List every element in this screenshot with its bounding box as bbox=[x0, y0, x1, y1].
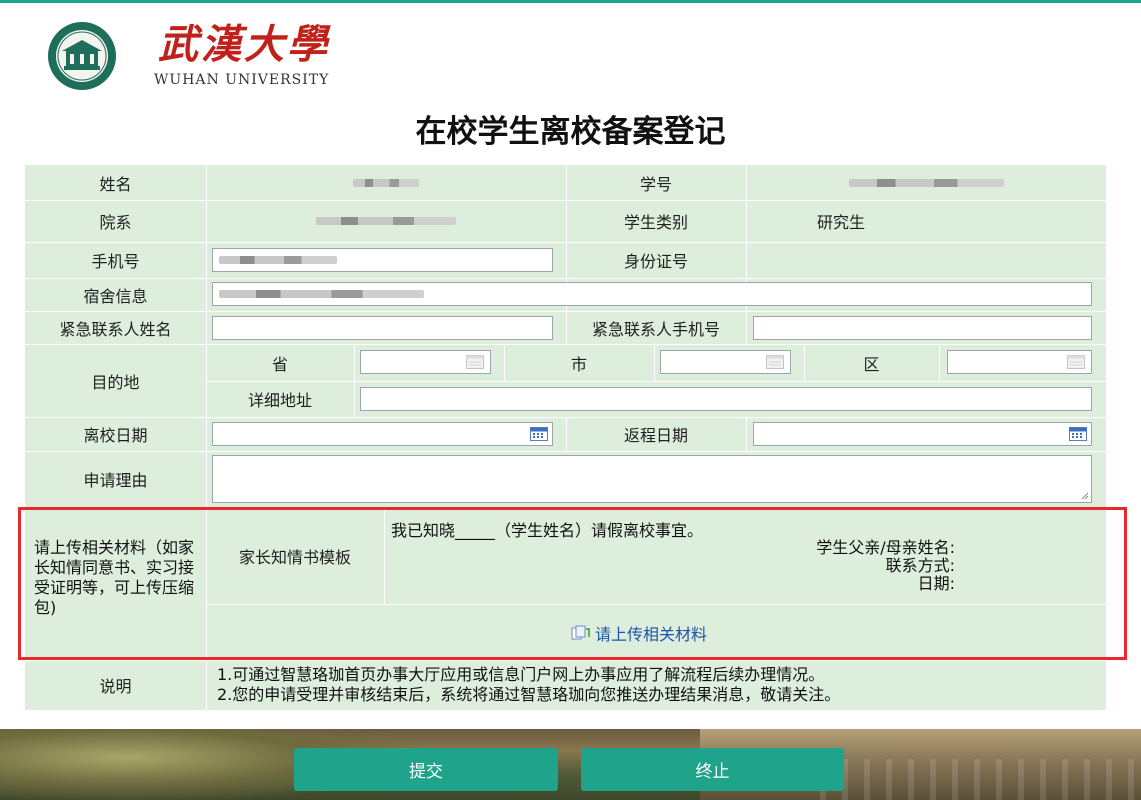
row-divider bbox=[206, 604, 1106, 605]
dept-label: 院系 bbox=[99, 213, 132, 232]
stop-button[interactable]: 终止 bbox=[581, 748, 844, 791]
emergency-name-input[interactable] bbox=[212, 316, 553, 340]
reason-textarea[interactable] bbox=[212, 455, 1092, 503]
emergency-name-label: 紧急联系人姓名 bbox=[59, 319, 172, 339]
col-divider bbox=[746, 417, 747, 451]
leave-date-input[interactable] bbox=[212, 422, 553, 446]
col-divider bbox=[206, 165, 207, 710]
address-label: 详细地址 bbox=[247, 391, 312, 410]
registration-form: 姓名 学号 院系 学生类别 研究生 手机号 身份证号 宿舍信息 紧急联系人姓名 … bbox=[25, 165, 1106, 710]
calendar-icon[interactable] bbox=[530, 427, 548, 441]
redacted-phone bbox=[219, 256, 337, 264]
resize-grip-icon[interactable] bbox=[1081, 492, 1089, 500]
col-divider bbox=[939, 344, 940, 381]
notes-label: 说明 bbox=[99, 677, 132, 696]
emergency-phone-input[interactable] bbox=[753, 316, 1092, 340]
upload-section-label: 请上传相关材料（如家长知情同意书、实习接受证明等，可上传压缩包) bbox=[34, 538, 195, 617]
logo-english-name: WUHAN UNIVERSITY bbox=[154, 72, 330, 88]
district-select[interactable] bbox=[947, 350, 1092, 374]
student-no-value bbox=[746, 165, 1106, 200]
dept-value bbox=[206, 200, 566, 242]
calendar-icon bbox=[1067, 355, 1085, 369]
name-label: 姓名 bbox=[99, 174, 132, 194]
id-value bbox=[746, 242, 1106, 278]
calendar-icon bbox=[766, 355, 784, 369]
signature-block: 学生父亲/母亲姓名: 联系方式: 日期: bbox=[725, 539, 955, 593]
redacted-department bbox=[316, 217, 456, 225]
row-divider bbox=[25, 507, 1106, 508]
return-date-label: 返程日期 bbox=[623, 426, 688, 445]
parent-name-line: 学生父亲/母亲姓名: bbox=[816, 538, 955, 557]
city-select[interactable] bbox=[660, 350, 791, 374]
university-logo: 武漢大學 WUHAN UNIVERSITY bbox=[46, 20, 346, 96]
phone-input[interactable] bbox=[212, 248, 553, 272]
student-type-value: 研究生 bbox=[816, 213, 865, 232]
calendar-icon bbox=[466, 355, 484, 369]
id-label: 身份证号 bbox=[623, 252, 688, 271]
province-label: 省 bbox=[271, 354, 288, 374]
return-date-input[interactable] bbox=[753, 422, 1092, 446]
col-divider bbox=[654, 344, 655, 381]
notes-list: 1.可通过智慧珞珈首页办事大厅应用或信息门户网上办事应用了解流程后续办理情况。 … bbox=[217, 665, 840, 705]
submit-button[interactable]: 提交 bbox=[294, 748, 558, 791]
city-label: 市 bbox=[570, 354, 587, 374]
redacted-name bbox=[353, 178, 419, 187]
province-select[interactable] bbox=[360, 350, 491, 374]
redacted-student-no bbox=[848, 178, 1004, 187]
reason-label: 申请理由 bbox=[83, 471, 148, 490]
student-type-label: 学生类别 bbox=[623, 213, 688, 232]
district-label: 区 bbox=[863, 354, 880, 374]
upload-link-text[interactable]: 请上传相关材料 bbox=[595, 621, 707, 645]
destination-label: 目的地 bbox=[91, 372, 140, 392]
address-input[interactable] bbox=[360, 387, 1092, 411]
calendar-icon[interactable] bbox=[1069, 427, 1087, 441]
leave-date-label: 离校日期 bbox=[83, 426, 148, 445]
emergency-phone-label: 紧急联系人手机号 bbox=[591, 319, 720, 339]
col-divider bbox=[746, 311, 747, 344]
page-title: 在校学生离校备案登记 bbox=[415, 114, 726, 150]
background-rails bbox=[820, 759, 1141, 800]
dorm-label: 宿舍信息 bbox=[83, 286, 148, 306]
phone-label: 手机号 bbox=[91, 252, 140, 271]
paperclip-icon bbox=[571, 625, 590, 640]
name-value bbox=[206, 165, 566, 200]
footer-background-photo bbox=[0, 729, 1141, 800]
note-item: 2.您的申请受理并审核结束后，系统将通过智慧珞珈向您推送办理结果消息，敬请关注。 bbox=[217, 685, 841, 704]
template-statement: 我已知晓_____（学生姓名）请假离校事宜。 bbox=[391, 521, 704, 540]
note-item: 1.可通过智慧珞珈首页办事大厅应用或信息门户网上办事应用了解流程后续办理情况。 bbox=[217, 665, 825, 684]
date-line: 日期: bbox=[917, 574, 955, 593]
col-divider bbox=[354, 344, 355, 417]
template-label: 家长知情书模板 bbox=[238, 547, 351, 567]
dorm-input[interactable] bbox=[212, 282, 1092, 306]
contact-line: 联系方式: bbox=[885, 556, 955, 575]
logo-chinese-name: 武漢大學 bbox=[158, 21, 330, 68]
student-no-label: 学号 bbox=[639, 174, 672, 194]
upload-link[interactable]: 请上传相关材料 bbox=[571, 621, 707, 645]
university-seal-icon bbox=[48, 22, 116, 90]
redacted-dorm bbox=[219, 290, 424, 298]
col-divider bbox=[384, 507, 385, 604]
